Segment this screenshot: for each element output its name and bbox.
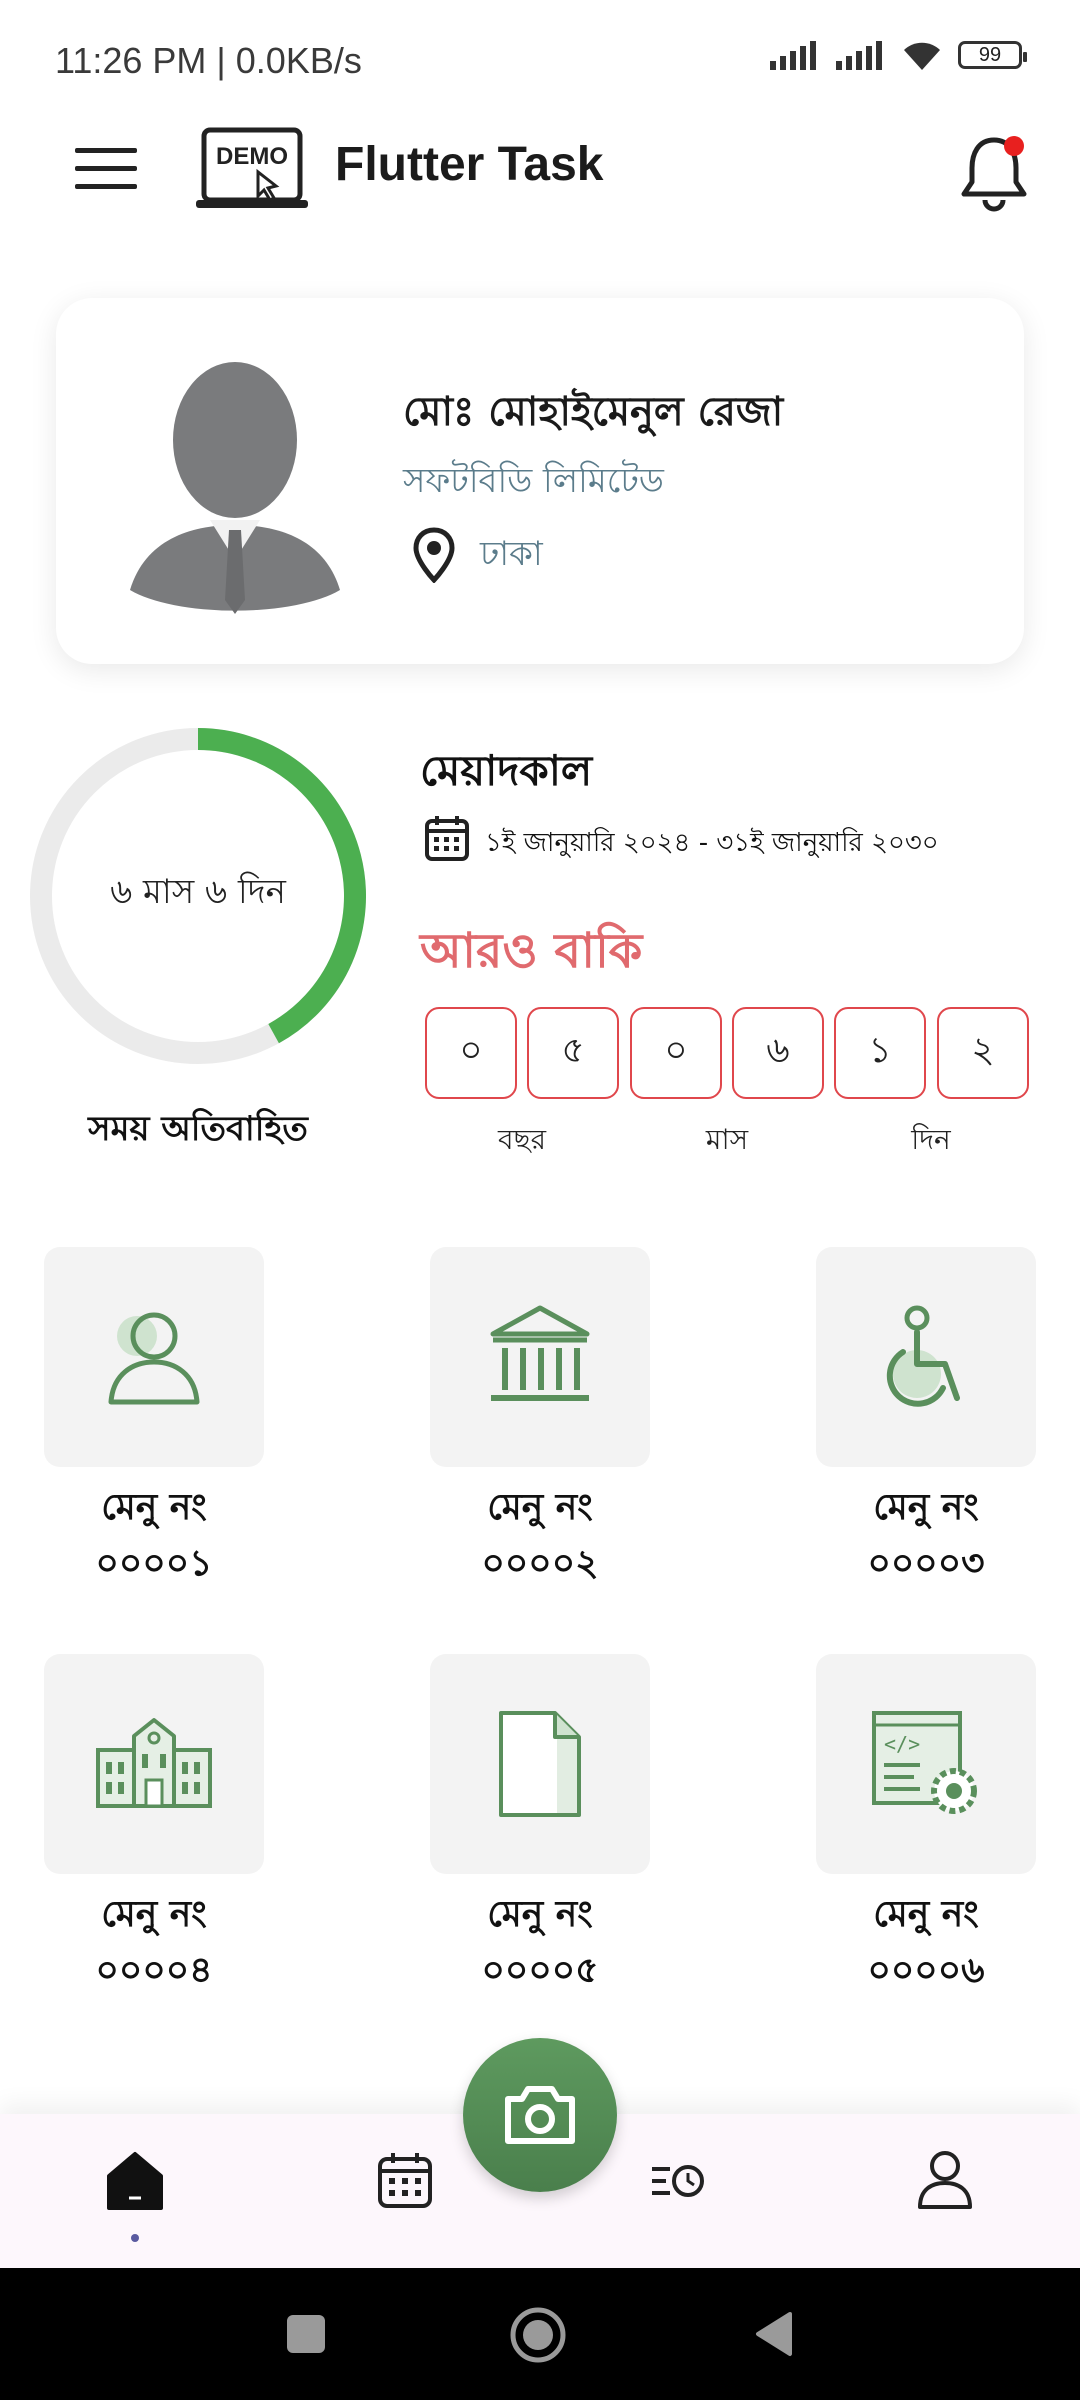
menu-tile-4[interactable] [44, 1654, 264, 1874]
remaining-digit-box: ৫ [527, 1007, 619, 1099]
menu-label-5: মেনু নং ০০০০৫ [481, 1894, 599, 1991]
calendar-icon [425, 816, 469, 861]
remaining-digit-box: ০ [425, 1007, 517, 1099]
unit-label-years: বছর [498, 1123, 546, 1156]
tenure-date-range: ১ই জানুয়ারি ২০২৪ - ৩১ই জানুয়ারি ২০৩০ [485, 828, 939, 858]
menu-tile-5[interactable] [430, 1654, 650, 1874]
logo-text: DEMO [216, 143, 288, 170]
camera-button[interactable] [463, 2038, 617, 2192]
status-icons: 99 [768, 38, 1027, 72]
wheelchair-icon [886, 1305, 960, 1407]
document-icon [499, 1711, 581, 1817]
location-pin-icon [413, 527, 455, 583]
menu-label-3: মেনু নং ০০০০৩ [867, 1487, 985, 1584]
elapsed-caption: সময় অতিবাহিত [88, 1109, 308, 1149]
bank-icon [490, 1305, 590, 1401]
tenure-title: মেয়াদকাল [420, 746, 593, 795]
menu-tile-3[interactable] [816, 1247, 1036, 1467]
elapsed-label: ৬ মাস ৬ দিন [110, 872, 286, 912]
camera-icon [505, 2086, 575, 2144]
home-icon[interactable] [105, 2150, 165, 2212]
menu-label-4: মেনু নং ০০০০৪ [95, 1894, 213, 1991]
code-settings-icon: </> [872, 1711, 977, 1814]
remaining-digit-box: ১ [834, 1007, 926, 1099]
recent-apps-icon[interactable] [287, 2315, 325, 2353]
profile-company: সফটবিডি লিমিটেড [403, 461, 664, 501]
calendar-nav-icon[interactable] [376, 2150, 434, 2210]
active-nav-indicator [131, 2234, 139, 2242]
timeline-icon[interactable] [650, 2161, 706, 2201]
notification-dot [1004, 136, 1024, 156]
user-icon [108, 1312, 200, 1405]
status-time: 11:26 PM | 0.0KB/s [55, 40, 362, 81]
battery-icon: 99 [958, 41, 1027, 69]
signal-icon [770, 41, 816, 70]
unit-label-months: মাস [705, 1123, 749, 1156]
home-button-icon[interactable] [509, 2306, 567, 2364]
menu-icon[interactable] [75, 146, 137, 192]
menu-tile-6[interactable]: </> [816, 1654, 1036, 1874]
school-icon [96, 1718, 212, 1808]
menu-label-6: মেনু নং ০০০০৬ [867, 1894, 985, 1991]
profile-icon[interactable] [916, 2149, 974, 2211]
menu-label-2: মেনু নং ০০০০২ [481, 1487, 599, 1584]
avatar-icon [130, 362, 340, 614]
menu-label-1: মেনু নং ০০০০১ [95, 1487, 213, 1584]
app-title: Flutter Task [335, 138, 604, 191]
menu-tile-2[interactable] [430, 1247, 650, 1467]
remaining-title: আরও বাকি [420, 923, 643, 979]
demo-logo-icon: DEMO [196, 127, 308, 208]
profile-name: মোঃ মোহাইমেনুল রেজা [403, 389, 784, 435]
remaining-digit-box: ০ [630, 1007, 722, 1099]
wifi-icon [904, 42, 940, 70]
remaining-digit-box: ২ [937, 1007, 1029, 1099]
svg-text:</>: </> [884, 1732, 920, 1756]
menu-tile-1[interactable] [44, 1247, 264, 1467]
signal-icon-2 [836, 41, 882, 70]
unit-label-days: দিন [911, 1123, 951, 1156]
profile-location: ঢাকা [480, 534, 543, 574]
remaining-digit-box: ৬ [732, 1007, 824, 1099]
back-icon[interactable] [752, 2310, 794, 2358]
notification-bell-icon[interactable] [958, 132, 1034, 212]
